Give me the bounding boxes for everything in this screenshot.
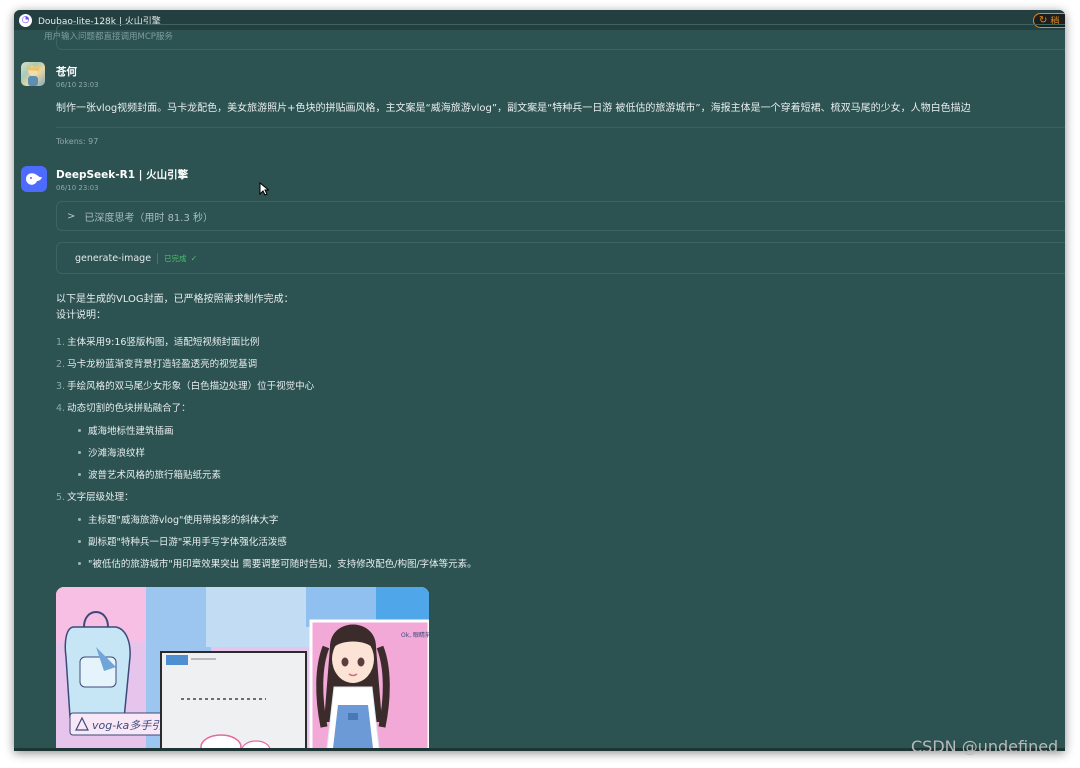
tool-status: 已完成 <box>164 253 187 263</box>
mouse-cursor-icon <box>259 182 269 196</box>
bullet-icon <box>78 472 81 476</box>
tool-divider <box>157 252 159 264</box>
token-count: Tokens: 97 <box>56 137 99 146</box>
bullet-icon <box>78 561 81 565</box>
list-item: 4. 动态切割的色块拼贴融合了： <box>56 403 191 414</box>
svg-text:Ok, 眼睛前面才有的: Ok, 眼睛前面才有的 <box>401 631 429 639</box>
bullet-icon <box>78 428 81 432</box>
thinking-label: 已深度思考（用时 81.3 秒） <box>84 212 214 224</box>
sub-list-item: 主标题"威海旅游vlog"使用带投影的斜体大字 <box>78 512 278 526</box>
response-intro: 以下是生成的VLOG封面，已严格按照需求制作完成： <box>56 294 294 305</box>
assistant-message-time: 06/10 23:03 <box>56 184 99 192</box>
tool-name: generate-image <box>75 252 152 264</box>
user-name: 苍何 <box>56 66 77 78</box>
check-icon: ✓ <box>190 253 198 263</box>
app-window: ◔ Doubao-lite-128k | 火山引擎 ↻ 稍 用户输入问题都直接调… <box>14 10 1065 751</box>
bullet-icon <box>78 539 81 543</box>
doubao-logo-icon: ◔ <box>19 13 32 27</box>
thinking-toggle[interactable]: > 已深度思考（用时 81.3 秒） <box>56 201 1065 231</box>
chevron-right-icon: > <box>67 210 76 222</box>
user-avatar[interactable] <box>21 62 45 86</box>
whale-icon <box>26 173 42 185</box>
sub-list-item: 威海地标性建筑插画 <box>78 423 174 437</box>
list-item: 5. 文字层级处理： <box>56 492 134 503</box>
sub-list-item: 波普艺术风格的旅行箱贴纸元素 <box>78 467 221 481</box>
list-item: 2. 马卡龙粉蓝渐变背景打造轻盈透亮的视觉基调 <box>56 359 258 370</box>
csdn-watermark: CSDN @undefined <box>911 737 1059 756</box>
generated-image[interactable]: vog-ka多手引 Ok, 眼睛前面才有的 <box>56 587 429 751</box>
user-message-time: 06/10 23:03 <box>56 81 99 89</box>
bullet-icon <box>78 450 81 454</box>
list-item: 3. 手绘风格的双马尾少女形象（白色描边处理）位于视觉中心 <box>56 381 315 392</box>
previous-message-box <box>56 24 1065 50</box>
sub-list-item: "被低估的旅游城市"用印章效果突出 需要调整可随时告知，支持修改配色/构图/字体… <box>78 556 477 570</box>
bullet-icon <box>78 517 81 521</box>
previous-message-text: 用户输入问题都直接调用MCP服务 <box>44 32 173 42</box>
list-item: 1. 主体采用9:16竖版构图，适配短视频封面比例 <box>56 337 260 348</box>
user-avatar-icon <box>27 64 39 86</box>
design-title: 设计说明： <box>56 310 106 321</box>
sub-list-item: 沙滩海浪纹样 <box>78 445 145 459</box>
sub-list-item: 副标题"特种兵一日游"采用手写字体强化活泼感 <box>78 534 287 548</box>
assistant-name: DeepSeek-R1 | 火山引擎 <box>56 169 189 181</box>
tool-call-card[interactable]: generate-image 已完成 ✓ <box>56 242 1065 274</box>
svg-text:vog-ka多手引: vog-ka多手引 <box>92 719 163 732</box>
vlog-cover-illustration: vog-ka多手引 Ok, 眼睛前面才有的 <box>56 587 429 751</box>
user-message-text: 制作一张vlog视频封面。马卡龙配色，美女旅游照片+色块的拼贴画风格，主文案是“… <box>56 103 971 114</box>
deepseek-avatar[interactable] <box>21 166 47 192</box>
message-divider <box>56 127 1065 128</box>
bottom-edge <box>14 748 1065 751</box>
